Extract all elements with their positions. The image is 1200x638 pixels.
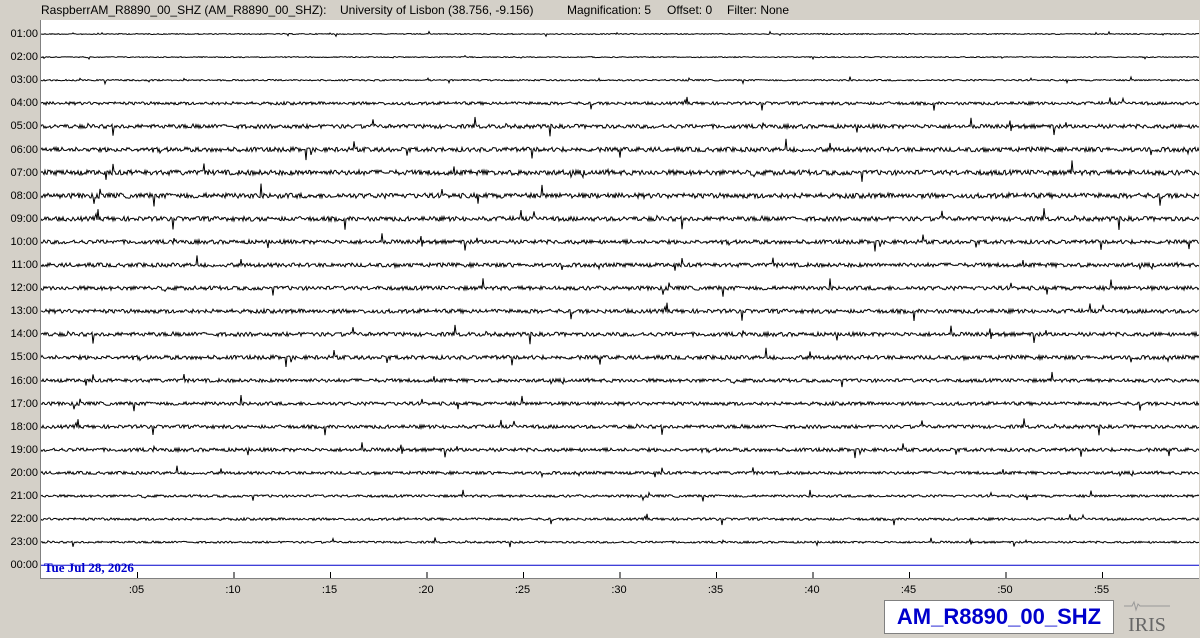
row-label: 00:00 — [10, 559, 38, 572]
seismogram-traces — [41, 30, 1199, 578]
x-tick-label: :05 — [128, 584, 145, 596]
row-label: 17:00 — [10, 397, 38, 410]
iris-logo: IRIS — [1124, 600, 1170, 634]
x-tick-label: :25 — [514, 584, 531, 596]
date-label: Tue Jul 28, 2026 — [44, 560, 134, 575]
row-label: 22:00 — [10, 513, 38, 526]
row-label: 18:00 — [10, 420, 38, 433]
trace-line — [41, 183, 1199, 207]
row-label: 13:00 — [10, 305, 38, 318]
row-label: 03:00 — [10, 74, 38, 87]
trace-line — [41, 347, 1199, 367]
magnification-text: Magnification: 5 — [567, 3, 652, 17]
x-tick-label: :20 — [418, 584, 434, 596]
row-label: 02:00 — [10, 51, 38, 64]
trace-line — [41, 536, 1199, 548]
x-tick-label: :50 — [997, 584, 1013, 596]
trace-line — [41, 278, 1199, 297]
trace-line — [41, 324, 1199, 345]
row-label: 20:00 — [10, 466, 38, 479]
trace-line — [41, 371, 1199, 388]
offset-text: Offset: 0 — [667, 3, 713, 17]
trace-line — [41, 302, 1199, 321]
x-tick-label: :40 — [804, 584, 820, 596]
trace-line — [41, 54, 1199, 61]
x-tick-label: :10 — [225, 584, 241, 596]
trace-line — [41, 160, 1199, 182]
trace-line — [41, 513, 1199, 526]
station-name-box: AM_R8890_00_SHZ — [884, 600, 1114, 634]
filter-text: Filter: None — [727, 3, 790, 17]
trace-line — [41, 395, 1199, 412]
location-text: University of Lisbon (38.756, -9.156) — [340, 3, 534, 17]
trace-line — [41, 30, 1199, 38]
row-label: 01:00 — [10, 28, 38, 40]
station-title: RaspberrAM_R8890_00_SHZ (AM_R8890_00_SHZ… — [41, 3, 327, 17]
row-label: 09:00 — [10, 212, 38, 225]
trace-line — [41, 442, 1199, 459]
iris-logo-text: IRIS — [1128, 614, 1166, 634]
row-label: 19:00 — [10, 443, 38, 456]
row-label: 16:00 — [10, 374, 38, 387]
row-label: 06:00 — [10, 143, 38, 156]
seismogram-plot — [40, 20, 1199, 579]
header-bar: RaspberrAM_R8890_00_SHZ (AM_R8890_00_SHZ… — [0, 0, 1200, 20]
x-tick-label: :35 — [707, 584, 724, 596]
x-tick-label: :55 — [1093, 584, 1110, 596]
trace-line — [41, 96, 1199, 111]
trace-line — [41, 489, 1199, 502]
row-label: 10:00 — [10, 235, 38, 248]
trace-line — [41, 75, 1199, 86]
trace-line — [41, 116, 1199, 137]
row-label: 08:00 — [10, 189, 38, 202]
x-tick-label: :45 — [900, 584, 917, 596]
row-label: 12:00 — [10, 282, 38, 295]
row-label: 15:00 — [10, 351, 38, 364]
trace-line — [41, 255, 1199, 271]
row-label: 11:00 — [11, 259, 38, 271]
trace-line — [41, 138, 1199, 161]
row-label: 05:00 — [10, 120, 38, 133]
row-label: 21:00 — [10, 490, 38, 502]
trace-line — [41, 465, 1199, 479]
row-label: 07:00 — [10, 166, 38, 179]
trace-line — [41, 208, 1199, 230]
x-tick-label: :15 — [321, 584, 338, 596]
trace-line — [41, 418, 1199, 436]
row-label: 04:00 — [10, 97, 38, 110]
x-tick-label: :30 — [611, 584, 627, 596]
station-name: AM_R8890_00_SHZ — [896, 604, 1102, 629]
row-label: 14:00 — [10, 328, 38, 341]
row-label: 23:00 — [10, 536, 38, 549]
trace-line — [41, 233, 1199, 252]
